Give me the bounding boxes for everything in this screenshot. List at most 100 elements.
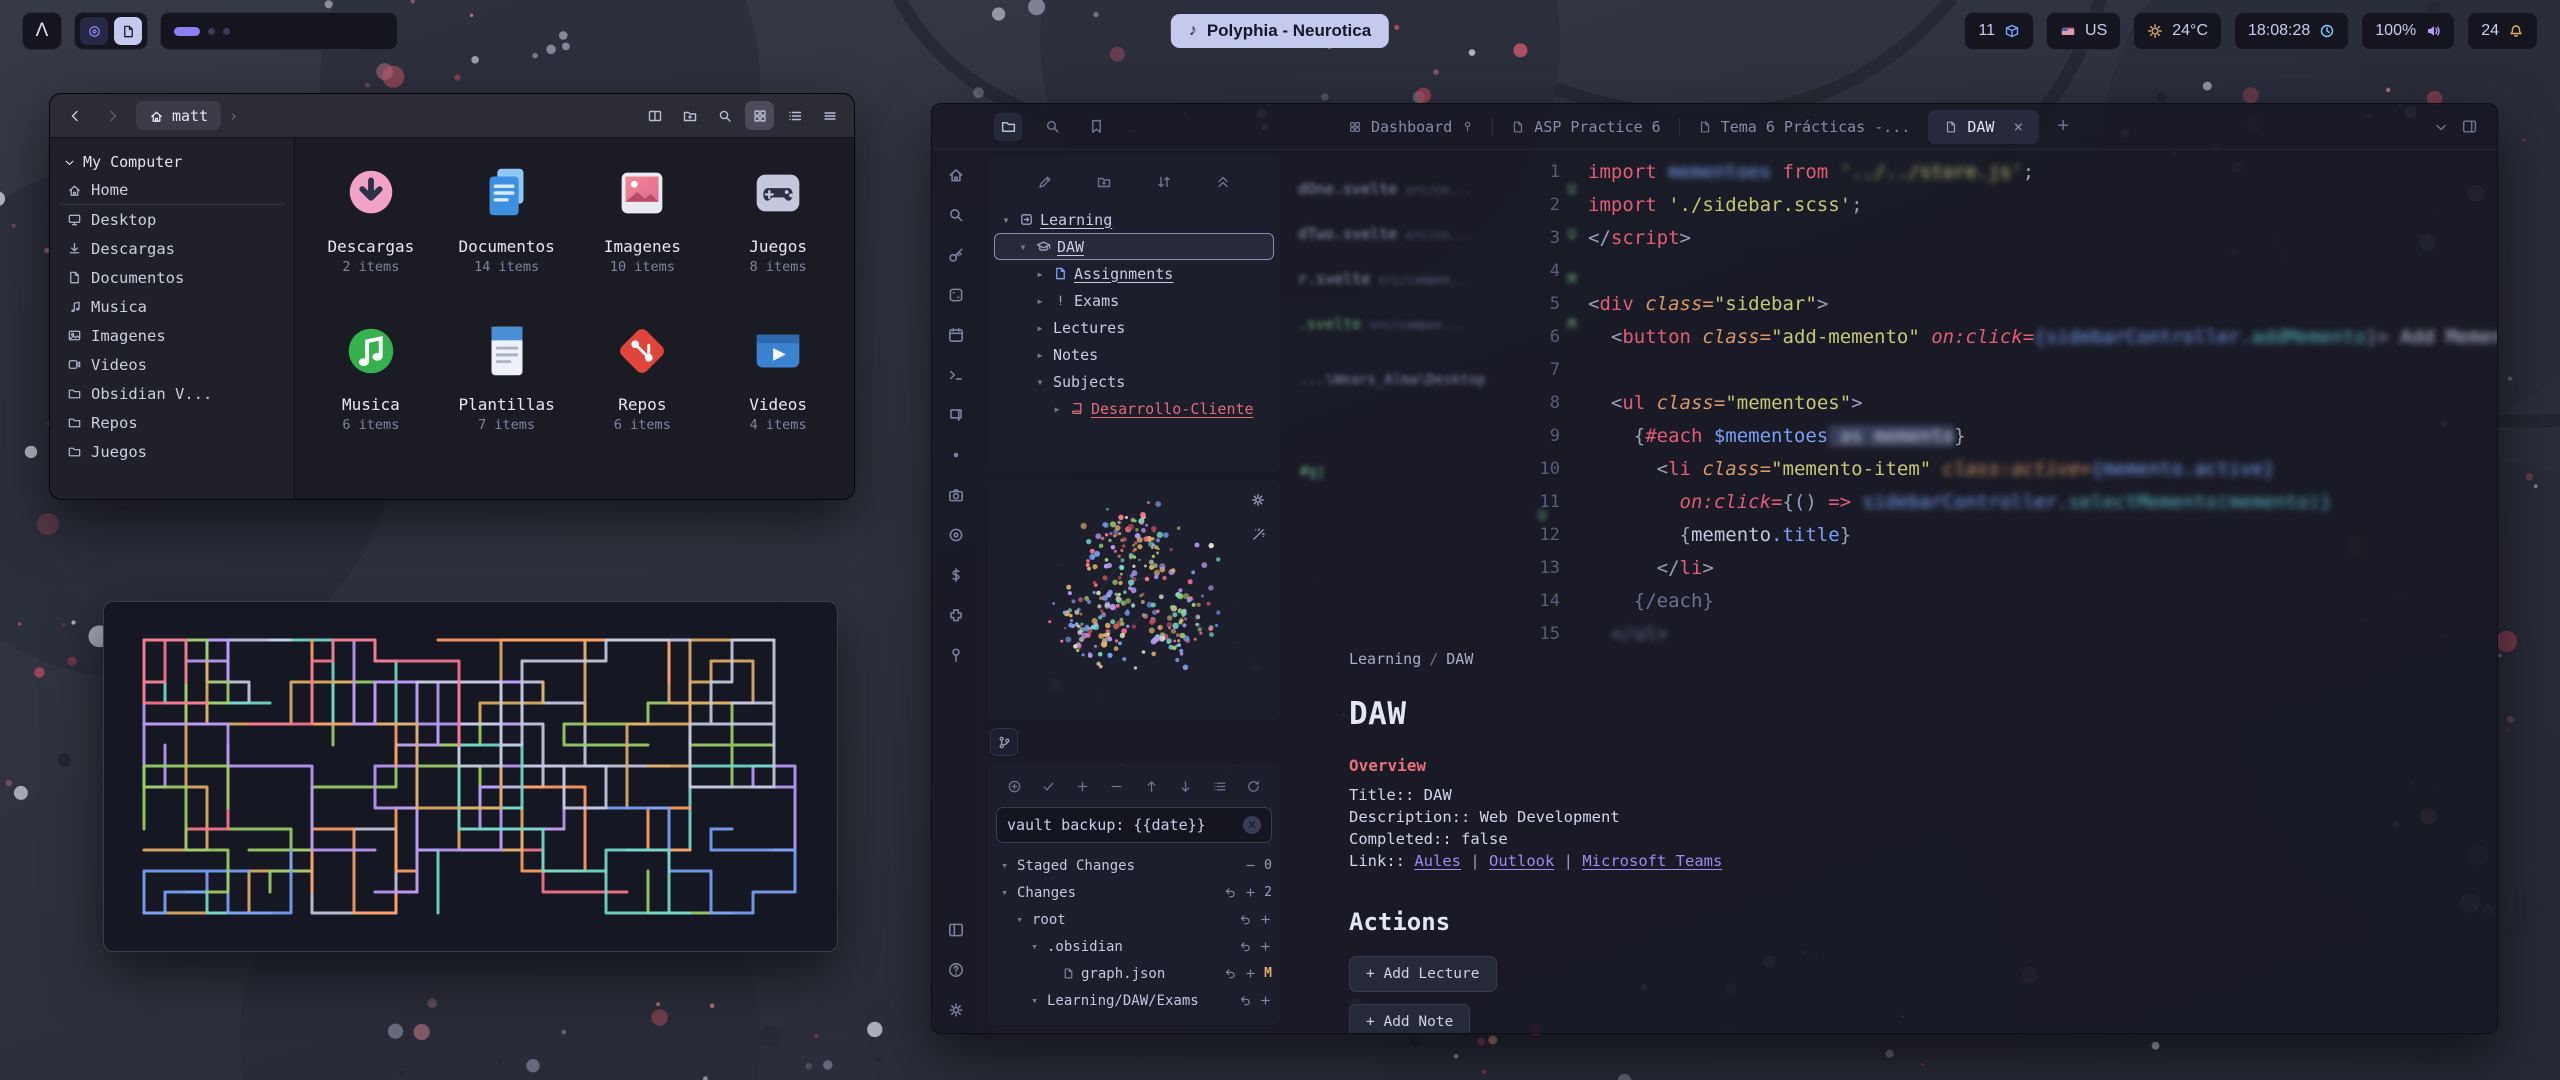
- git-plus-icon[interactable]: [1244, 967, 1257, 980]
- git-plus-icon[interactable]: [1259, 940, 1272, 953]
- git-row-graph-json[interactable]: graph.jsonM: [996, 960, 1272, 987]
- sidebar-item-repos[interactable]: Repos: [59, 408, 285, 437]
- link-microsoft-teams[interactable]: Microsoft Teams: [1582, 852, 1722, 870]
- graph-filter-button[interactable]: [1246, 522, 1270, 546]
- git-row--obsidian[interactable]: ▾.obsidian: [996, 933, 1272, 960]
- camera-ribbon-button[interactable]: [943, 482, 969, 508]
- grid-button[interactable]: [745, 101, 774, 130]
- sidebar-item-juegos[interactable]: Juegos: [59, 437, 285, 466]
- close-tab-button[interactable]: ×: [2013, 117, 2023, 136]
- book-ribbon-button[interactable]: [943, 402, 969, 428]
- keyboard-layout-module[interactable]: US: [2046, 12, 2121, 50]
- unlink-ribbon-button[interactable]: [943, 442, 969, 468]
- sidebar-item-musica[interactable]: Musica: [59, 292, 285, 321]
- tab-tema-6-pr-cticas-[interactable]: Tema 6 Prácticas -...: [1682, 110, 1927, 144]
- weather-module[interactable]: 24°C: [2133, 12, 2222, 50]
- git-row-changes[interactable]: ▾Changes2: [996, 879, 1272, 906]
- tree-item-lectures[interactable]: ▸Lectures: [994, 314, 1274, 341]
- folder-imagenes[interactable]: Imagenes10 items: [575, 154, 711, 312]
- sidebar-item-descargas[interactable]: Descargas: [59, 234, 285, 263]
- workspaces-widget[interactable]: [160, 12, 398, 50]
- sidebar-item-desktop[interactable]: Desktop: [59, 205, 285, 234]
- link-outlook[interactable]: Outlook: [1489, 852, 1554, 870]
- calendar-ribbon-button[interactable]: [943, 322, 969, 348]
- git-row-learning-daw-exams[interactable]: ▾Learning/DAW/Exams: [996, 987, 1272, 1014]
- folder-musica[interactable]: Musica6 items: [303, 312, 439, 470]
- git-list-button[interactable]: [1208, 774, 1232, 798]
- tree-item-subjects[interactable]: ▾Subjects: [994, 368, 1274, 395]
- now-playing-widget[interactable]: ♪ Polyphia - Neurotica: [1171, 14, 1389, 48]
- sidebar-item-videos[interactable]: Videos: [59, 350, 285, 379]
- search-button[interactable]: [710, 101, 739, 130]
- menu-button[interactable]: [815, 101, 844, 130]
- git-plus-icon[interactable]: [1259, 913, 1272, 926]
- graph-settings-button[interactable]: [1246, 488, 1270, 512]
- pin-ribbon-button[interactable]: [943, 642, 969, 668]
- tree-item-assignments[interactable]: ▸Assignments: [994, 260, 1274, 287]
- folder-juegos[interactable]: Juegos8 items: [710, 154, 846, 312]
- clear-commit-message-button[interactable]: ✕: [1243, 816, 1261, 834]
- git-arrow-down-button[interactable]: [1173, 774, 1197, 798]
- sort-button[interactable]: [1150, 168, 1178, 196]
- folder-repos[interactable]: Repos6 items: [575, 312, 711, 470]
- tab-dashboard[interactable]: Dashboard: [1332, 110, 1490, 144]
- pencil-button[interactable]: [1031, 168, 1059, 196]
- search-view-button[interactable]: [1038, 113, 1066, 141]
- git-undo-icon[interactable]: [1224, 886, 1237, 899]
- sidebar-item-documentos[interactable]: Documentos: [59, 263, 285, 292]
- volume-module[interactable]: 100%: [2361, 12, 2455, 50]
- git-minus-button[interactable]: [1105, 774, 1129, 798]
- breadcrumb[interactable]: matt: [136, 101, 221, 130]
- git-undo-icon[interactable]: [1224, 967, 1237, 980]
- git-row-staged-changes[interactable]: ▾Staged Changes0: [996, 852, 1272, 879]
- sidebar-item-imagenes[interactable]: Imagenes: [59, 321, 285, 350]
- breadcrumb-daw[interactable]: DAW: [1446, 650, 1473, 668]
- notes-button[interactable]: [114, 17, 142, 45]
- bookmark-view-button[interactable]: [1082, 113, 1110, 141]
- commit-message-input[interactable]: vault backup: {{date}} ✕: [996, 807, 1272, 843]
- toggle-right-sidebar-button[interactable]: [2455, 113, 2483, 141]
- git-branch-button[interactable]: [990, 728, 1018, 756]
- updates-module[interactable]: 11: [1964, 12, 2034, 50]
- gear-ribbon-button[interactable]: [943, 997, 969, 1023]
- back-button[interactable]: [60, 101, 90, 131]
- git-undo-icon[interactable]: [1239, 940, 1252, 953]
- action-button--add-note[interactable]: + Add Note: [1349, 1004, 1470, 1033]
- tree-item-learning[interactable]: ▾Learning: [994, 206, 1274, 233]
- panes-button[interactable]: [640, 101, 669, 130]
- action-button--add-lecture[interactable]: + Add Lecture: [1349, 956, 1497, 992]
- folder-videos[interactable]: Videos4 items: [710, 312, 846, 470]
- tree-item-exams[interactable]: ▸Exams: [994, 287, 1274, 314]
- git-undo-icon[interactable]: [1239, 913, 1252, 926]
- key-ribbon-button[interactable]: [943, 242, 969, 268]
- dollar-ribbon-button[interactable]: [943, 562, 969, 588]
- link-aules[interactable]: Aules: [1414, 852, 1461, 870]
- git-plus-icon[interactable]: [1259, 994, 1272, 1007]
- sidebar-section-title[interactable]: My Computer: [59, 148, 285, 176]
- help-ribbon-button[interactable]: [943, 957, 969, 983]
- power-menu-button[interactable]: [80, 17, 108, 45]
- forward-button[interactable]: [98, 101, 128, 131]
- git-check-button[interactable]: [1036, 774, 1060, 798]
- target-ribbon-button[interactable]: [943, 522, 969, 548]
- git-arrow-up-button[interactable]: [1139, 774, 1163, 798]
- dice-ribbon-button[interactable]: [943, 282, 969, 308]
- clock-module[interactable]: 18:08:28: [2234, 12, 2349, 50]
- tree-item-daw[interactable]: ▾DAW: [994, 233, 1274, 260]
- folder-descargas[interactable]: Descargas2 items: [303, 154, 439, 312]
- git-row-root[interactable]: ▾root: [996, 906, 1272, 933]
- puzzle-ribbon-button[interactable]: [943, 602, 969, 628]
- git-refresh-button[interactable]: [1242, 774, 1266, 798]
- tab-daw[interactable]: DAW×: [1928, 110, 2039, 144]
- notifications-module[interactable]: 24: [2467, 12, 2538, 50]
- git-circle-plus-button[interactable]: [1002, 774, 1026, 798]
- launcher-button[interactable]: Λ: [22, 12, 62, 50]
- tree-item-notes[interactable]: ▸Notes: [994, 341, 1274, 368]
- search-ribbon-button[interactable]: [943, 202, 969, 228]
- graph-canvas[interactable]: [988, 480, 1280, 704]
- tab-asp-practice-6[interactable]: ASP Practice 6: [1495, 110, 1676, 144]
- git-undo-icon[interactable]: [1239, 994, 1252, 1007]
- sidebar-item-obsidian-v-[interactable]: Obsidian V...: [59, 379, 285, 408]
- layout-ribbon-button[interactable]: [943, 917, 969, 943]
- terminal-ribbon-button[interactable]: [943, 362, 969, 388]
